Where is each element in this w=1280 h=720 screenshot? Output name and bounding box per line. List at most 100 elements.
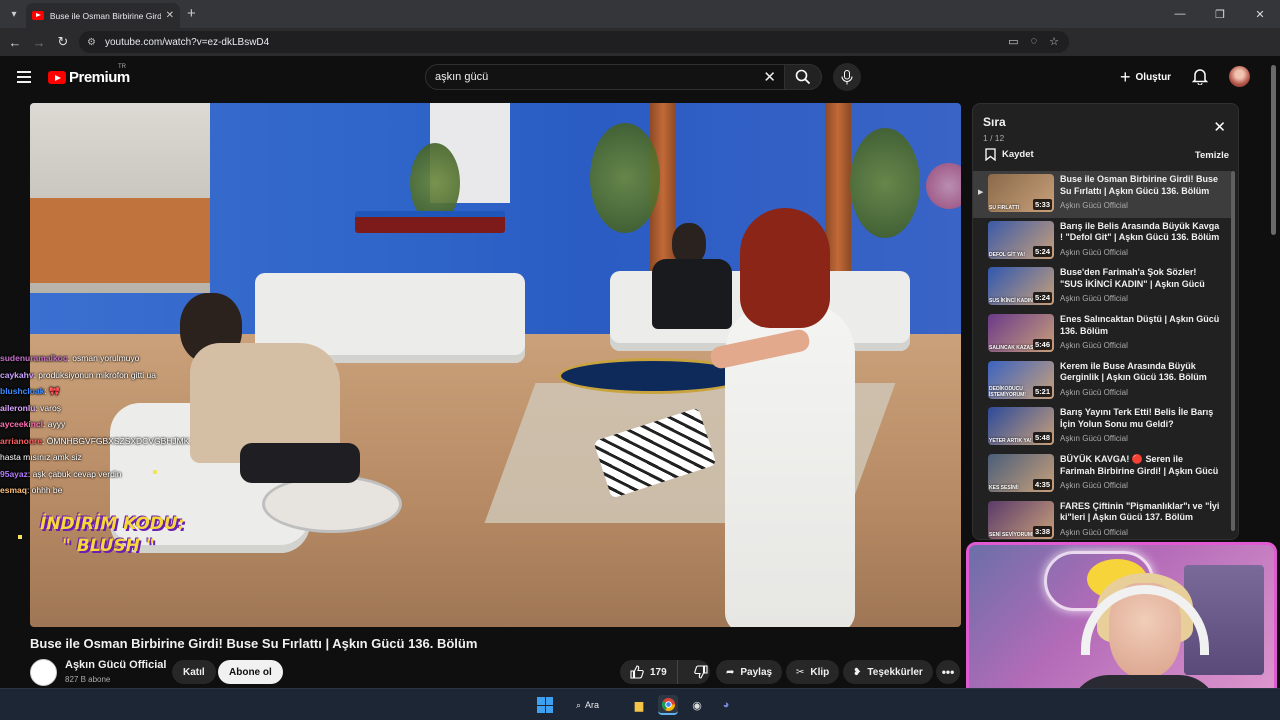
tab-close-icon[interactable]: ✕	[166, 10, 174, 21]
chat-message: sudenuramalkoc: osman yorulmuyo	[0, 350, 220, 367]
address-bar[interactable]: ⚙ youtube.com/watch?v=ez-dkLBswD4 ▭ ◌ ☆	[79, 31, 1069, 53]
windows-start-icon[interactable]	[537, 697, 553, 713]
queue-thumbnail[interactable]: DEFOL GİT YA! 5:24	[988, 220, 1054, 259]
thumbs-up-icon	[630, 665, 644, 679]
queue-item[interactable]: DEFOL GİT YA! 5:24 Barış ile Belis Arasınd…	[973, 218, 1231, 265]
page-scrollbar[interactable]	[1271, 65, 1276, 235]
video-duration: 5:24	[1032, 292, 1052, 304]
subscribe-button[interactable]: Abone ol	[218, 660, 283, 684]
queue-thumbnail[interactable]: SENİ SEVİYORUM! 3:38	[988, 500, 1054, 539]
close-queue-icon[interactable]: ✕	[1213, 118, 1226, 136]
bookmark-star-icon[interactable]: ☆	[1049, 35, 1059, 48]
taskbar-search-icon: ⌕	[576, 699, 582, 710]
queue-item-title[interactable]: Enes Salıncaktan Düştü | Aşkın Gücü 136.…	[1060, 314, 1220, 337]
like-dislike-group: 179	[620, 660, 710, 684]
notifications-bell-icon[interactable]	[1192, 68, 1208, 85]
voice-search-button[interactable]	[833, 63, 861, 91]
like-button[interactable]: 179	[620, 660, 678, 684]
promo-code-overlay: İNDİRİM KODU: " BLUSH "	[40, 514, 185, 556]
share-arrow-icon: ➦	[726, 666, 735, 678]
queue-thumbnail[interactable]: SUS İKİNCİ KADIN! 5:24	[988, 267, 1054, 306]
queue-item[interactable]: SUS İKİNCİ KADIN! 5:24 Buse'den Farimah'a …	[973, 264, 1231, 311]
chat-message: hasta mısınız amk siz	[0, 449, 220, 466]
queue-item-title[interactable]: Barış ile Belis Arasında Büyük Kavga ! "…	[1060, 221, 1220, 244]
channel-name[interactable]: Aşkın Gücü Official	[65, 659, 166, 671]
clip-button[interactable]: ✂ Klip	[786, 660, 840, 684]
queue-item[interactable]: ▶ SU FIRLATTI 5:33 Buse ile Osman Birbirine…	[973, 171, 1231, 218]
queue-item[interactable]: DEDİKODUCU İSTEMİYORUM! 5:21 Kerem ile Bus…	[973, 358, 1231, 405]
queue-item[interactable]: KES SESİNİ! 4:35 BÜYÜK KAVGA! 🔴 Seren ile …	[973, 451, 1231, 498]
restore-button[interactable]: ❐	[1200, 8, 1240, 21]
account-avatar[interactable]	[1229, 66, 1250, 87]
discord-icon[interactable]: ◕	[716, 695, 736, 715]
subscriber-count: 827 B abone	[65, 675, 111, 684]
new-tab-button[interactable]: +	[187, 5, 196, 22]
close-window-button[interactable]: ✕	[1240, 8, 1280, 21]
queue-thumbnail[interactable]: DEDİKODUCU İSTEMİYORUM! 5:21	[988, 360, 1054, 399]
chat-text: : produksiyonun mikrofon gitti ua	[33, 369, 156, 380]
chrome-taskbar-icon[interactable]	[658, 695, 678, 715]
chat-message: ayceekincl: ayyy	[0, 416, 220, 433]
queue-item-channel: Aşkın Gücü Official	[1060, 527, 1128, 537]
chat-message: aileronlu: varoş	[0, 400, 220, 417]
search-input[interactable]: aşkın gücü ✕	[425, 64, 785, 90]
video-duration: 5:46	[1032, 339, 1052, 351]
more-actions-button[interactable]: •••	[936, 660, 960, 684]
clear-queue-button[interactable]: Temizle	[1195, 150, 1229, 161]
queue-item-title[interactable]: Buse ile Osman Birbirine Girdi! Buse Su …	[1060, 174, 1220, 197]
queue-thumbnail[interactable]: KES SESİNİ! 4:35	[988, 454, 1054, 493]
thanks-label: Teşekkürler	[867, 666, 923, 678]
queue-thumbnail[interactable]: SU FIRLATTI 5:33	[988, 174, 1054, 212]
queue-item-title[interactable]: BÜYÜK KAVGA! 🔴 Seren ile Farimah Birbiri…	[1060, 454, 1220, 477]
channel-avatar[interactable]	[30, 659, 57, 686]
youtube-logo[interactable]: Premium TR	[48, 64, 130, 86]
bookmark-icon	[985, 148, 996, 161]
search-button[interactable]	[784, 64, 822, 90]
minimize-button[interactable]: —	[1160, 8, 1200, 20]
video-duration: 5:48	[1032, 432, 1052, 444]
save-label: Kaydet	[1002, 149, 1034, 160]
create-button[interactable]: + Oluştur	[1116, 66, 1175, 88]
dislike-button[interactable]	[684, 660, 718, 684]
browser-toolbar: ← → ↻ ⚙ youtube.com/watch?v=ez-dkLBswD4 …	[0, 28, 1280, 76]
site-info-icon[interactable]: ⚙	[87, 37, 96, 48]
queue-item[interactable]: SENİ SEVİYORUM! 3:38 FARES Çiftinin "Pişma…	[973, 498, 1231, 539]
chat-username: esmaq	[0, 485, 27, 495]
queue-item-title[interactable]: Barış Yayını Terk Etti! Belis İle Barış …	[1060, 407, 1220, 430]
queue-item-title[interactable]: FARES Çiftinin "Pişmanlıklar"ı ve "İyi k…	[1060, 501, 1220, 524]
queue-scrollbar[interactable]	[1231, 171, 1235, 531]
queue-item-title[interactable]: Kerem ile Buse Arasında Büyük Gerginlik …	[1060, 361, 1220, 384]
thanks-button[interactable]: ❥ Teşekkürler	[843, 660, 933, 684]
hide-icon[interactable]: ◌	[1031, 35, 1038, 48]
back-arrow-icon[interactable]: ←	[3, 35, 27, 50]
queue-item[interactable]: YETER ARTIK YA! 5:48 Barış Yayını Terk Ett…	[973, 404, 1231, 451]
join-button[interactable]: Katıl	[172, 660, 216, 684]
obs-icon[interactable]: ◉	[687, 695, 707, 715]
queue-thumbnail[interactable]: YETER ARTIK YA! 5:48	[988, 407, 1054, 446]
chat-message: 95ayaz: aşk çabuk cevap verdin	[0, 466, 220, 483]
tab-search-button[interactable]: ▾	[3, 3, 25, 25]
plus-icon: +	[1120, 67, 1131, 87]
forward-arrow-icon[interactable]: →	[27, 35, 51, 50]
thumbnail-caption: KES SESİNİ!	[989, 485, 1019, 492]
file-explorer-icon[interactable]: ▆	[629, 695, 649, 715]
video-title: Buse ile Osman Birbirine Girdi! Buse Su …	[30, 636, 478, 651]
browser-tab[interactable]: Buse ile Osman Birbirine Girdi! Buse Su …	[26, 3, 180, 28]
queue-thumbnail[interactable]: SALINCAK KAZASI! 5:46	[988, 314, 1054, 353]
chat-message: esmaq: ohhh be	[0, 482, 220, 499]
clear-search-icon[interactable]: ✕	[763, 68, 776, 86]
sparkle-icon	[18, 535, 22, 539]
reload-icon[interactable]: ↻	[51, 34, 75, 50]
cast-icon[interactable]: ▭	[1008, 35, 1018, 48]
now-playing-icon: ▶	[978, 189, 984, 196]
chat-username: aileronlu	[0, 402, 36, 413]
queue-item-title[interactable]: Buse'den Farimah'a Şok Sözler! "SUS İKİN…	[1060, 267, 1220, 290]
queue-item[interactable]: SALINCAK KAZASI! 5:46 Enes Salıncaktan Düş…	[973, 311, 1231, 358]
video-duration: 5:21	[1032, 385, 1052, 397]
hamburger-menu-icon[interactable]	[17, 71, 31, 86]
save-queue-button[interactable]: Kaydet	[985, 148, 1034, 161]
sparkle-icon	[153, 470, 157, 474]
share-button[interactable]: ➦ Paylaş	[716, 660, 783, 684]
thumbnail-caption: DEFOL GİT YA!	[989, 251, 1026, 258]
taskbar-search[interactable]: ⌕ Ara	[576, 695, 620, 715]
